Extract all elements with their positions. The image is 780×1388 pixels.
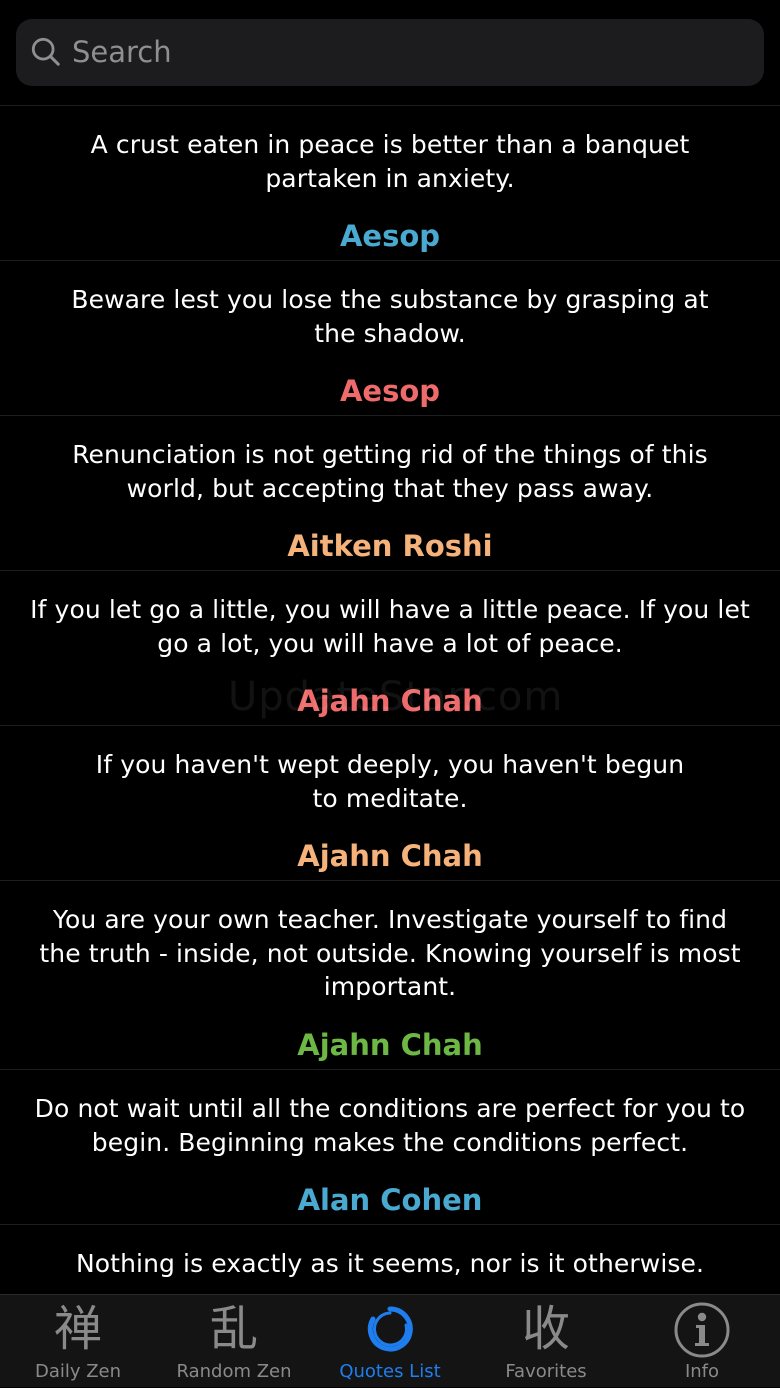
- quote-line: go a lot, you will have a lot of peace.: [157, 628, 623, 658]
- zen-character-icon: 禅: [53, 1301, 102, 1357]
- tab-label: Random Zen: [176, 1361, 292, 1382]
- quote-author: Alan Cohen: [297, 1183, 483, 1217]
- info-icon: [674, 1302, 730, 1358]
- quote-row[interactable]: Nothing is exactly as it seems, nor is i…: [0, 1225, 780, 1294]
- quote-row[interactable]: You are your own teacher. Investigate yo…: [0, 881, 780, 1070]
- quote-text: A crust eaten in peace is better than a …: [14, 128, 766, 195]
- quote-text: Beware lest you lose the substance by gr…: [14, 283, 766, 350]
- quote-text: Renunciation is not getting rid of the t…: [14, 438, 766, 505]
- quote-author: Ajahn Chah: [297, 839, 483, 873]
- quote-row[interactable]: If you haven't wept deeply, you haven't …: [0, 726, 780, 881]
- quote-line: partaken in anxiety.: [265, 163, 515, 193]
- quote-line: If you let go a little, you will have a …: [30, 595, 750, 624]
- tab-quotes-list[interactable]: Quotes List: [312, 1295, 468, 1388]
- tab-random-zen[interactable]: 乱 Random Zen: [156, 1295, 312, 1388]
- quote-text: You are your own teacher. Investigate yo…: [14, 903, 766, 1004]
- tab-label: Daily Zen: [34, 1361, 122, 1382]
- quote-line: Renunciation is not getting rid of the t…: [72, 440, 708, 469]
- quote-line: to meditate.: [312, 783, 468, 813]
- quote-text: If you haven't wept deeply, you haven't …: [14, 748, 766, 815]
- search-input[interactable]: [72, 29, 732, 75]
- tab-label: Quotes List: [339, 1361, 441, 1382]
- quote-author: Ajahn Chah: [297, 1028, 483, 1062]
- tab-daily-zen[interactable]: 禅 Daily Zen: [0, 1295, 156, 1388]
- quote-line: A crust eaten in peace is better than a …: [90, 130, 690, 159]
- quote-line: the truth - inside, not outside. Knowing…: [39, 938, 741, 968]
- tab-label: Favorites: [505, 1361, 587, 1382]
- quote-line: Nothing is exactly as it seems, nor is i…: [75, 1249, 705, 1278]
- quote-author: Aesop: [339, 219, 441, 253]
- quote-row[interactable]: A crust eaten in peace is better than a …: [0, 106, 780, 261]
- quote-text: If you let go a little, you will have a …: [14, 593, 766, 660]
- quote-line: begin. Beginning makes the conditions pe…: [91, 1127, 689, 1157]
- search-bar: [0, 0, 780, 106]
- quote-line: If you haven't wept deeply, you haven't …: [95, 750, 685, 779]
- quote-line: world, but accepting that they pass away…: [126, 473, 654, 503]
- tab-favorites[interactable]: 收 Favorites: [468, 1295, 624, 1388]
- tab-bar: 禅 Daily Zen 乱 Random Zen Quotes List 收 F…: [0, 1294, 780, 1387]
- random-character-icon: 乱: [209, 1301, 258, 1357]
- quote-row[interactable]: Renunciation is not getting rid of the t…: [0, 416, 780, 571]
- tab-info[interactable]: Info: [624, 1295, 780, 1388]
- quote-text: Nothing is exactly as it seems, nor is i…: [14, 1247, 766, 1281]
- quote-row[interactable]: Beware lest you lose the substance by gr…: [0, 261, 780, 416]
- quote-line: Do not wait until all the conditions are…: [34, 1094, 746, 1123]
- enso-circle-icon: [367, 1306, 413, 1352]
- search-icon: [31, 37, 60, 66]
- watermark: UpdateStar.com: [228, 674, 564, 720]
- search-field[interactable]: [16, 19, 764, 86]
- quote-author: Aesop: [339, 374, 441, 408]
- quote-text: Do not wait until all the conditions are…: [14, 1092, 766, 1159]
- quote-line: the shadow.: [314, 318, 466, 348]
- favorites-character-icon: 收: [521, 1301, 570, 1357]
- quote-line: important.: [323, 972, 457, 1001]
- quote-row[interactable]: Do not wait until all the conditions are…: [0, 1070, 780, 1225]
- quote-line: You are your own teacher. Investigate yo…: [52, 905, 728, 934]
- quote-author: Aitken Roshi: [287, 529, 493, 563]
- quote-line: Beware lest you lose the substance by gr…: [71, 285, 709, 314]
- tab-label: Info: [684, 1361, 720, 1382]
